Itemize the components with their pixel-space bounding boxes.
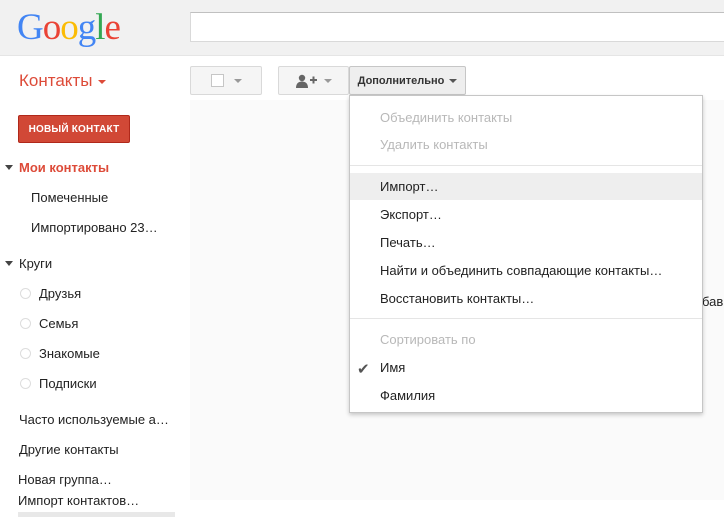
chevron-down-icon [449,78,458,83]
select-checkbox-button[interactable] [190,66,262,95]
sidebar-item-import-contacts[interactable]: Импорт контактов… [18,493,139,508]
logo-letter: o [60,7,78,48]
add-person-icon [295,74,317,88]
menu-item-restore[interactable]: Восстановить контакты… [350,285,702,312]
sidebar-item-frequent[interactable]: Часто используемые а… [19,412,169,427]
sidebar-item-my-contacts[interactable]: Мои контакты [19,160,109,175]
menu-sort-header: Сортировать по [380,332,476,347]
menu-item-sort-last-name[interactable]: Фамилия [350,382,702,409]
circle-icon [20,348,31,359]
chevron-down-icon [323,78,332,83]
sidebar-item-acquaintances[interactable]: Знакомые [39,346,100,361]
sidebar-item-circles[interactable]: Круги [19,256,52,271]
menu-item-find-merge[interactable]: Найти и объединить совпадающие контакты… [350,257,702,284]
sidebar-item-following[interactable]: Подписки [39,376,97,391]
more-actions-menu: Объединить контакты Удалить контакты Имп… [349,95,703,413]
menu-divider [350,165,702,166]
chevron-down-icon [98,80,107,84]
sidebar-scrollbar[interactable] [18,512,175,517]
sidebar-item-friends[interactable]: Друзья [39,286,81,301]
app-title: Контакты [19,71,93,90]
logo-letter: l [95,7,105,48]
circle-icon [20,318,31,329]
add-to-circles-button[interactable] [278,66,349,95]
menu-item-export[interactable]: Экспорт… [350,201,702,228]
menu-item-merge: Объединить контакты [380,110,513,125]
menu-divider [350,318,702,319]
sidebar-item-starred[interactable]: Помеченные [31,190,108,205]
more-actions-button[interactable]: Дополнительно [349,66,466,95]
chevron-down-icon [233,78,242,83]
app-title-dropdown[interactable]: Контакты [19,71,107,91]
search-input[interactable] [190,12,724,42]
sidebar-item-family[interactable]: Семья [39,316,78,331]
circle-icon [20,288,31,299]
circle-icon [20,378,31,389]
new-contact-label: НОВЫЙ КОНТАКТ [28,123,120,135]
menu-item-import[interactable]: Импорт… [350,173,702,200]
new-contact-button[interactable]: НОВЫЙ КОНТАКТ [18,115,130,143]
more-actions-label: Дополнительно [357,74,445,87]
menu-item-delete: Удалить контакты [380,137,488,152]
expand-circles-icon[interactable] [5,261,13,266]
menu-item-sort-first-name[interactable]: ✔ Имя [350,354,702,381]
sidebar-item-other[interactable]: Другие контакты [19,442,119,457]
checkbox-icon [210,74,224,87]
logo-letter: g [77,7,96,48]
logo-letter: G [17,7,44,48]
menu-item-label: Имя [380,360,406,375]
sidebar-item-new-group[interactable]: Новая группа… [18,472,112,487]
sidebar-item-imported[interactable]: Импортировано 23… [31,220,158,235]
logo-letter: e [104,7,121,48]
google-logo[interactable]: Google [17,7,121,48]
checkmark-icon: ✔ [357,361,370,378]
logo-letter: o [42,7,61,48]
top-bar: Google [0,0,724,56]
main-area-text: бави [702,294,724,309]
menu-item-print[interactable]: Печать… [350,229,702,256]
expand-my-contacts-icon[interactable] [5,165,13,170]
